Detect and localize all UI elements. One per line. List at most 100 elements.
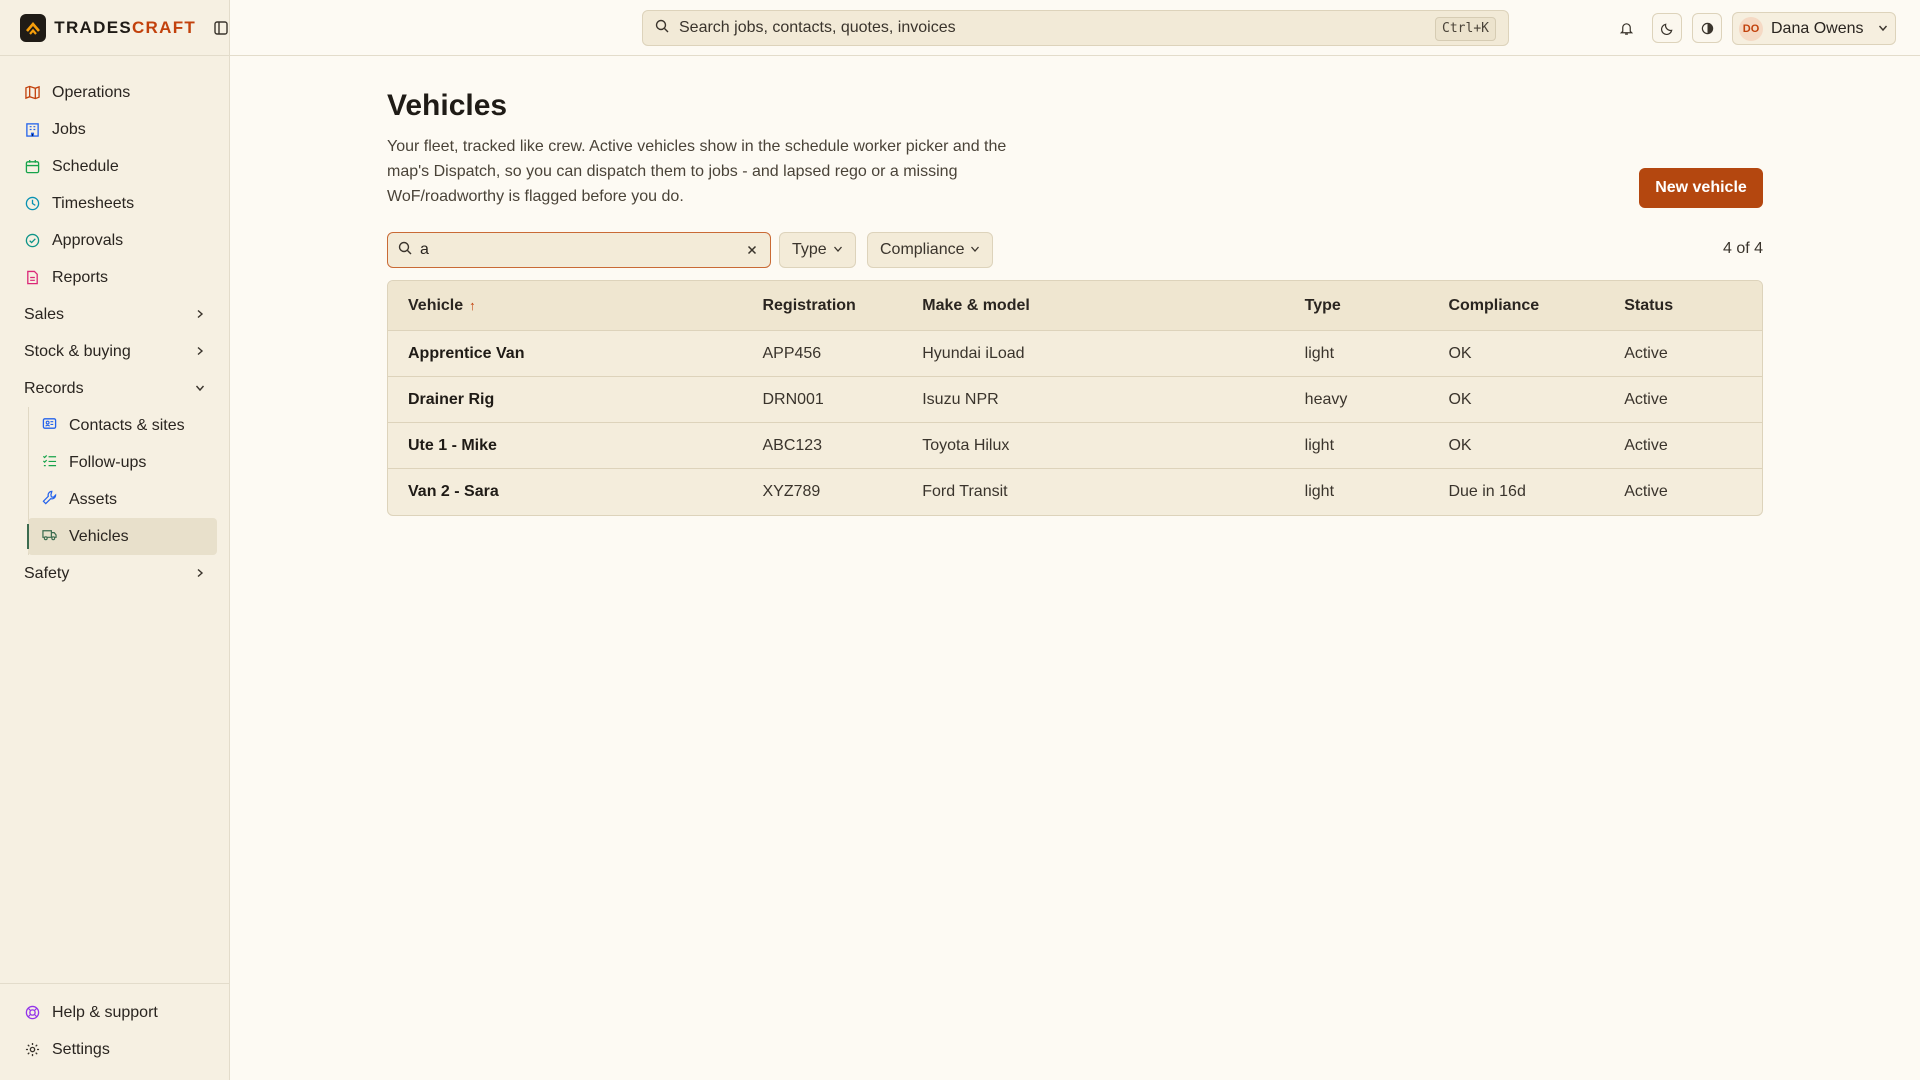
sidebar-item-label: Reports — [52, 268, 109, 286]
contrast-icon[interactable] — [1692, 13, 1722, 43]
building-icon — [24, 122, 40, 138]
sidebar-item-label: Jobs — [52, 120, 86, 138]
search-icon — [398, 241, 412, 260]
sidebar-item-label: Timesheets — [52, 194, 135, 212]
sidebar-group-records[interactable]: Records — [0, 370, 229, 407]
cell-type: light — [1304, 483, 1335, 500]
brand-name: TRADESCRAFT — [54, 18, 196, 38]
sort-ascending-icon: ↑ — [469, 297, 476, 313]
chevron-down-icon — [970, 241, 980, 259]
sidebar-item-label: Contacts & sites — [69, 416, 185, 434]
new-vehicle-button[interactable]: New vehicle — [1639, 168, 1763, 208]
brand: TRADESCRAFT — [0, 0, 229, 56]
page-title: Vehicles — [387, 89, 508, 122]
cell-registration: ABC123 — [762, 436, 823, 454]
report-icon — [24, 270, 40, 286]
sidebar-item-jobs[interactable]: Jobs — [0, 111, 229, 148]
table-row[interactable]: Drainer Rig DRN001 Isuzu NPR heavy OK Ac… — [388, 377, 1762, 423]
sidebar-item-label: Operations — [52, 83, 131, 101]
cell-registration: XYZ789 — [762, 483, 821, 500]
cell-make-model: Isuzu NPR — [922, 390, 999, 408]
cell-vehicle: Apprentice Van — [408, 344, 525, 362]
sidebar-item-help[interactable]: Help & support — [0, 994, 229, 1031]
chevron-right-icon — [195, 343, 205, 361]
cell-type: light — [1304, 344, 1335, 362]
sidebar-group-label: Safety — [24, 564, 70, 582]
column-header-registration[interactable]: Registration — [762, 297, 922, 315]
chevron-down-icon — [195, 380, 205, 398]
sidebar-item-operations[interactable]: Operations — [0, 74, 229, 111]
sidebar-item-label: Vehicles — [69, 527, 129, 545]
column-header-type[interactable]: Type — [1305, 297, 1449, 315]
brand-name-part1: TRADES — [54, 17, 132, 37]
column-header-compliance[interactable]: Compliance — [1448, 297, 1624, 315]
sidebar-item-approvals[interactable]: Approvals — [0, 222, 229, 259]
wrench-icon — [42, 490, 57, 510]
gear-icon — [24, 1042, 40, 1058]
clock-icon — [24, 196, 40, 212]
sidebar-group-stock[interactable]: Stock & buying — [0, 333, 229, 370]
cell-type: heavy — [1304, 390, 1348, 408]
brand-logo-icon[interactable] — [20, 13, 47, 42]
cell-vehicle: Van 2 - Sara — [408, 483, 499, 500]
chevron-down-icon — [833, 241, 843, 259]
sidebar-item-label: Help & support — [52, 1003, 158, 1021]
type-filter-button[interactable]: Type — [779, 232, 856, 268]
check-circle-icon — [24, 233, 40, 249]
shortcut-hint: Ctrl+K — [1435, 17, 1496, 41]
compliance-filter-label: Compliance — [880, 241, 965, 258]
vehicles-table: Vehicle ↑ Registration Make & model Type … — [387, 280, 1763, 516]
sidebar-item-vehicles[interactable]: Vehicles — [27, 518, 217, 555]
sidebar-item-label: Settings — [52, 1040, 110, 1058]
search-icon — [655, 19, 669, 38]
column-header-status[interactable]: Status — [1624, 297, 1762, 315]
table-row[interactable]: Van 2 - Sara XYZ789 Ford Transit light D… — [388, 469, 1762, 515]
user-name: Dana Owens — [1771, 19, 1864, 37]
map-icon — [24, 85, 40, 101]
sidebar-item-assets[interactable]: Assets — [0, 481, 217, 518]
cell-vehicle: Ute 1 - Mike — [408, 436, 497, 454]
cell-type: light — [1304, 436, 1335, 454]
sidebar-item-schedule[interactable]: Schedule — [0, 148, 229, 185]
table-row[interactable]: Apprentice Van APP456 Hyundai iLoad ligh… — [388, 331, 1762, 377]
cell-compliance: OK — [1448, 344, 1472, 362]
sidebar-item-settings[interactable]: Settings — [0, 1031, 229, 1068]
brand-name-part2: CRAFT — [131, 17, 197, 37]
sidebar-group-label: Sales — [24, 305, 65, 323]
list-check-icon — [42, 453, 57, 473]
sidebar-nav: Operations Jobs Schedule Timesheets Appr… — [0, 56, 229, 592]
sidebar-item-label: Follow-ups — [69, 453, 147, 471]
column-header-make-model[interactable]: Make & model — [922, 297, 1304, 315]
table-header: Vehicle ↑ Registration Make & model Type … — [388, 281, 1762, 331]
cell-status: Active — [1624, 344, 1668, 362]
clear-icon[interactable] — [744, 242, 760, 258]
chevron-down-icon — [1878, 20, 1888, 38]
sidebar-item-reports[interactable]: Reports — [0, 259, 229, 296]
sidebar-item-follow-ups[interactable]: Follow-ups — [0, 444, 217, 481]
cell-status: Active — [1624, 483, 1668, 500]
column-header-vehicle[interactable]: Vehicle ↑ — [388, 297, 762, 315]
sidebar-group-safety[interactable]: Safety — [0, 555, 229, 592]
sidebar-item-label: Assets — [69, 490, 118, 508]
vehicle-search-input[interactable]: a — [387, 232, 771, 268]
sidebar-group-sales[interactable]: Sales — [0, 296, 229, 333]
sidebar: TRADESCRAFT Operations Jobs Schedule Tim… — [0, 0, 230, 1080]
calendar-icon — [24, 159, 40, 175]
sidebar-item-label: Schedule — [52, 157, 119, 175]
lifebuoy-icon — [24, 1005, 40, 1021]
result-count: 4 of 4 — [1722, 240, 1763, 257]
compliance-filter-button[interactable]: Compliance — [867, 232, 994, 268]
table-row[interactable]: Ute 1 - Mike ABC123 Toyota Hilux light O… — [388, 423, 1762, 469]
cell-vehicle: Drainer Rig — [408, 390, 495, 408]
sidebar-item-timesheets[interactable]: Timesheets — [0, 185, 229, 222]
sidebar-collapse-icon[interactable] — [212, 19, 229, 37]
sidebar-item-contacts[interactable]: Contacts & sites — [0, 407, 217, 444]
bell-icon[interactable] — [1612, 14, 1640, 42]
global-search-placeholder: Search jobs, contacts, quotes, invoices — [679, 19, 956, 36]
user-menu[interactable]: DO Dana Owens — [1732, 12, 1896, 45]
cell-compliance: OK — [1448, 390, 1472, 408]
moon-icon[interactable] — [1652, 13, 1682, 43]
cell-compliance: Due in 16d — [1448, 483, 1526, 500]
global-search-input[interactable]: Search jobs, contacts, quotes, invoices … — [642, 10, 1509, 46]
records-submenu: Contacts & sites Follow-ups Assets Vehic… — [0, 407, 229, 555]
